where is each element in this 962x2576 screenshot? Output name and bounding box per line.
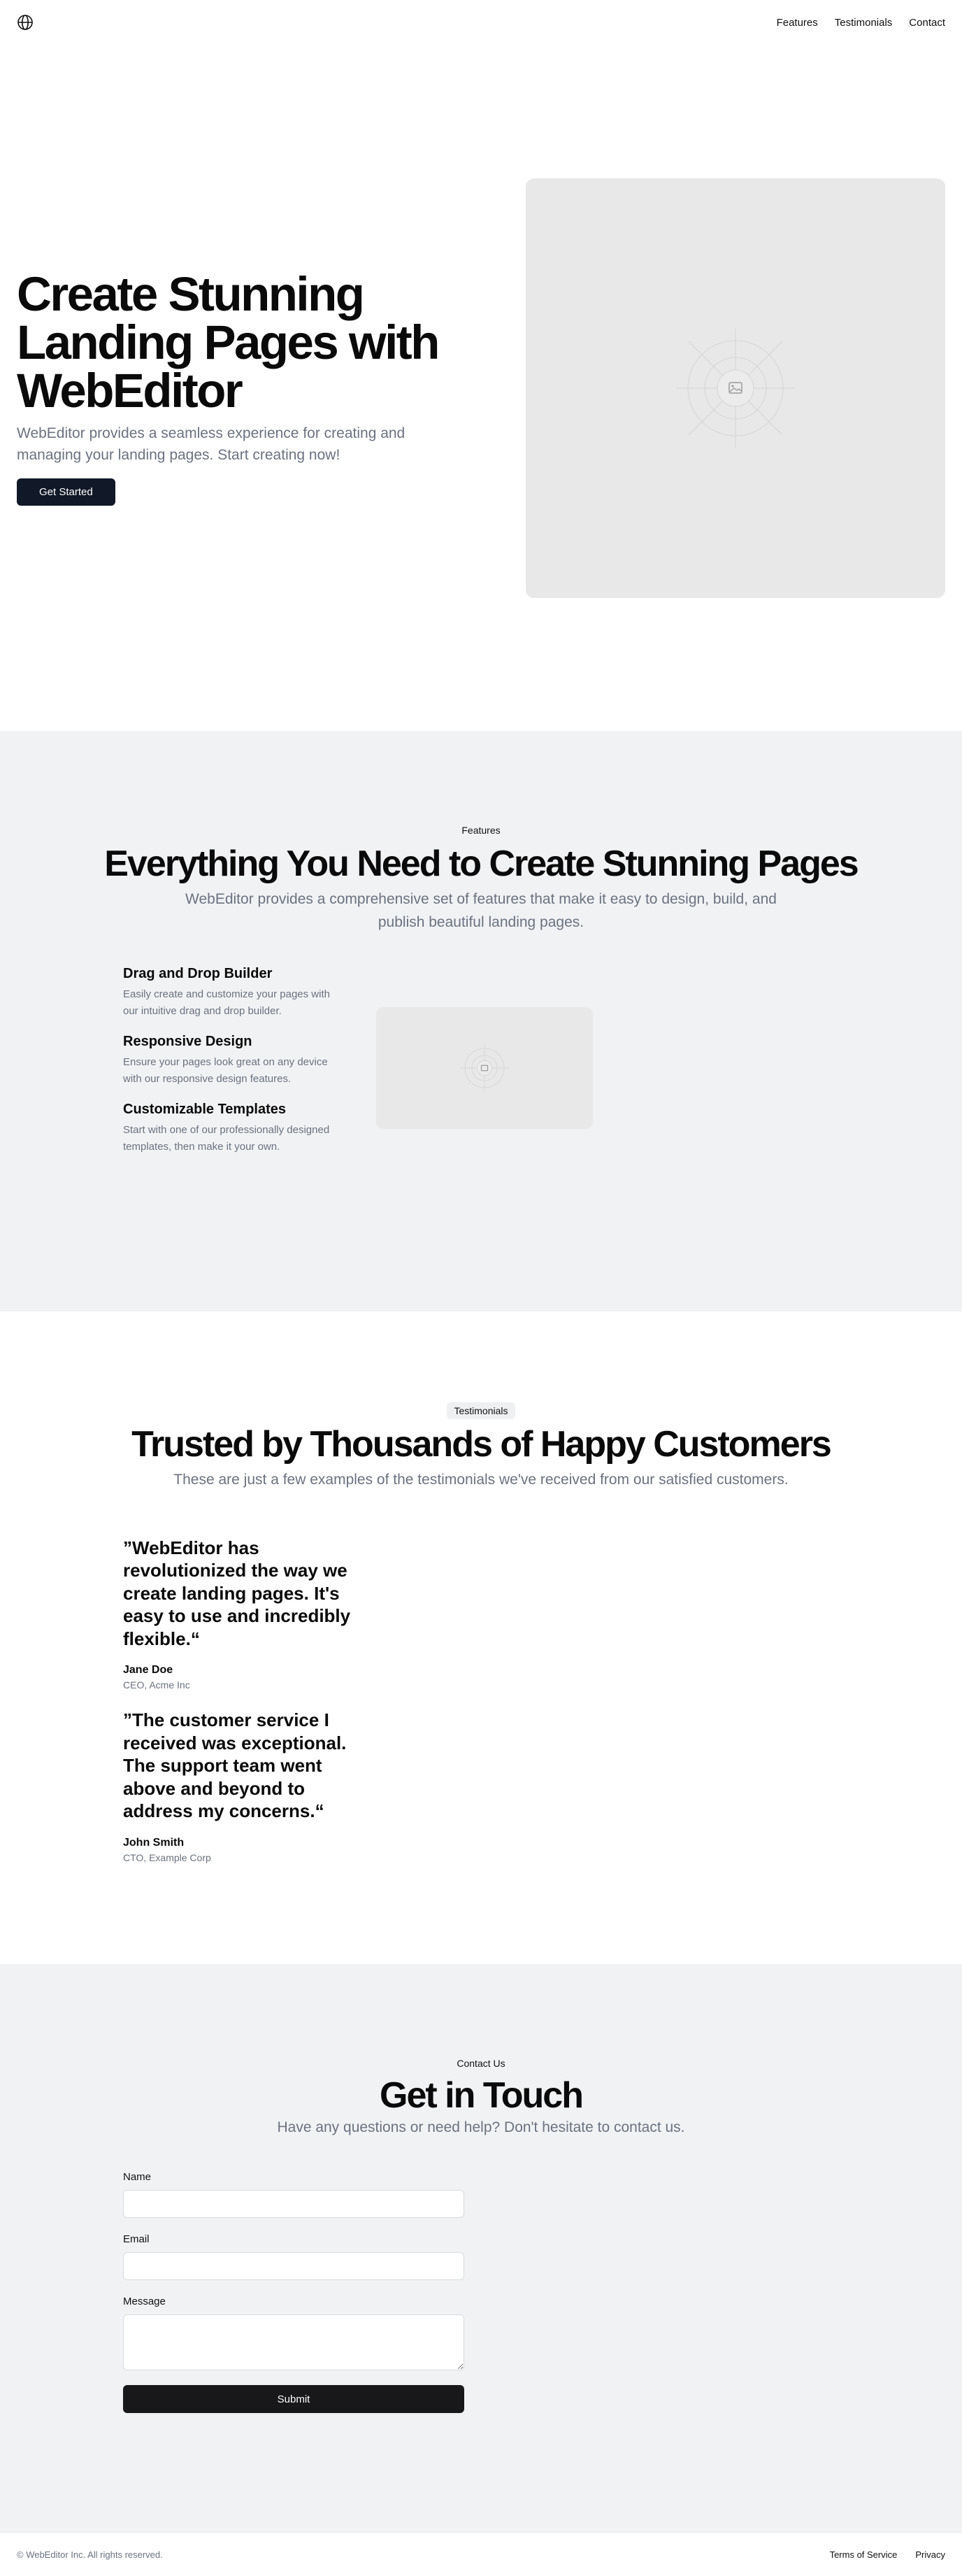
footer-links: Terms of Service Privacy (830, 2549, 945, 2560)
contact-title: Get in Touch (380, 2075, 584, 2116)
main-nav: Features Testimonials Contact (777, 17, 945, 29)
name-field-group: Name (123, 2171, 464, 2218)
feature-text: Start with one of our professionally des… (123, 1124, 330, 1153)
site-header: Features Testimonials Contact (0, 0, 962, 45)
testimonial-role: CEO, Acme Inc (123, 1679, 190, 1691)
testimonial-list: ”WebEditor has revolutionized the way we… (0, 1537, 364, 1863)
features-body: Drag and Drop Builder Easily create and … (0, 966, 962, 1169)
features-badge: Features (461, 825, 501, 836)
testimonials-badge: Testimonials (447, 1402, 515, 1419)
testimonial-role: CTO, Example Corp (123, 1851, 211, 1863)
nav-link-features[interactable]: Features (777, 17, 818, 29)
email-label: Email (123, 2233, 150, 2245)
testimonials-title: Trusted by Thousands of Happy Customers (131, 1424, 832, 1465)
feature-item: Responsive Design Ensure your pages look… (123, 1034, 340, 1088)
hero-image-placeholder (526, 178, 945, 598)
image-placeholder-icon (676, 328, 795, 448)
feature-item: Customizable Templates Start with one of… (123, 1102, 340, 1155)
globe-icon[interactable] (17, 14, 34, 31)
feature-title: Customizable Templates (123, 1102, 287, 1118)
feature-text: Ensure your pages look great on any devi… (123, 1056, 328, 1086)
testimonial-author: John Smith (123, 1836, 185, 1849)
name-label: Name (123, 2171, 152, 2183)
feature-text: Easily create and customize your pages w… (123, 988, 330, 1018)
features-title: Everything You Need to Create Stunning P… (104, 844, 859, 884)
email-input[interactable] (123, 2252, 464, 2280)
testimonial-card: ”WebEditor has revolutionized the way we… (123, 1537, 364, 1691)
features-section: Features Everything You Need to Create S… (0, 731, 962, 1311)
name-input[interactable] (123, 2190, 464, 2218)
feature-list: Drag and Drop Builder Easily create and … (123, 966, 340, 1169)
copyright-text: © WebEditor Inc. All rights reserved. (17, 2549, 163, 2560)
testimonial-quote: ”WebEditor has revolutionized the way we… (123, 1537, 351, 1649)
get-started-button[interactable]: Get Started (17, 478, 115, 506)
email-field-group: Email (123, 2233, 464, 2280)
feature-title: Drag and Drop Builder (123, 966, 273, 982)
image-placeholder-icon (460, 1043, 509, 1093)
contact-section: Contact Us Get in Touch Have any questio… (0, 1964, 962, 2532)
site-footer: © WebEditor Inc. All rights reserved. Te… (0, 2532, 962, 2576)
hero-subtitle: WebEditor provides a seamless experience… (17, 425, 405, 463)
hero-title: Create Stunning Landing Pages with WebEd… (17, 267, 440, 418)
message-field-group: Message (123, 2296, 464, 2374)
testimonial-author: Jane Doe (123, 1664, 173, 1677)
testimonials-section: Testimonials Trusted by Thousands of Hap… (0, 1311, 962, 1964)
terms-of-service-link[interactable]: Terms of Service (830, 2549, 898, 2560)
contact-form: Name Email Message Submit (123, 2171, 464, 2413)
nav-link-testimonials[interactable]: Testimonials (835, 17, 893, 29)
testimonial-card: ”The customer service I received was exc… (123, 1709, 364, 1863)
privacy-link[interactable]: Privacy (915, 2549, 945, 2560)
hero-content: Create Stunning Landing Pages with WebEd… (17, 270, 492, 506)
message-label: Message (123, 2296, 166, 2307)
contact-badge: Contact Us (457, 2058, 505, 2069)
feature-title: Responsive Design (123, 1034, 252, 1050)
contact-subtitle: Have any questions or need help? Don't h… (277, 2119, 685, 2135)
feature-item: Drag and Drop Builder Easily create and … (123, 966, 340, 1020)
features-subtitle: WebEditor provides a comprehensive set o… (185, 891, 777, 930)
hero-section: Create Stunning Landing Pages with WebEd… (0, 45, 962, 731)
nav-link-contact[interactable]: Contact (909, 17, 945, 29)
message-textarea[interactable] (123, 2314, 464, 2370)
testimonials-subtitle: These are just a few examples of the tes… (173, 1472, 789, 1488)
testimonial-quote: ”The customer service I received was exc… (123, 1709, 347, 1822)
submit-button[interactable]: Submit (123, 2385, 464, 2413)
features-image-placeholder (376, 1006, 593, 1129)
